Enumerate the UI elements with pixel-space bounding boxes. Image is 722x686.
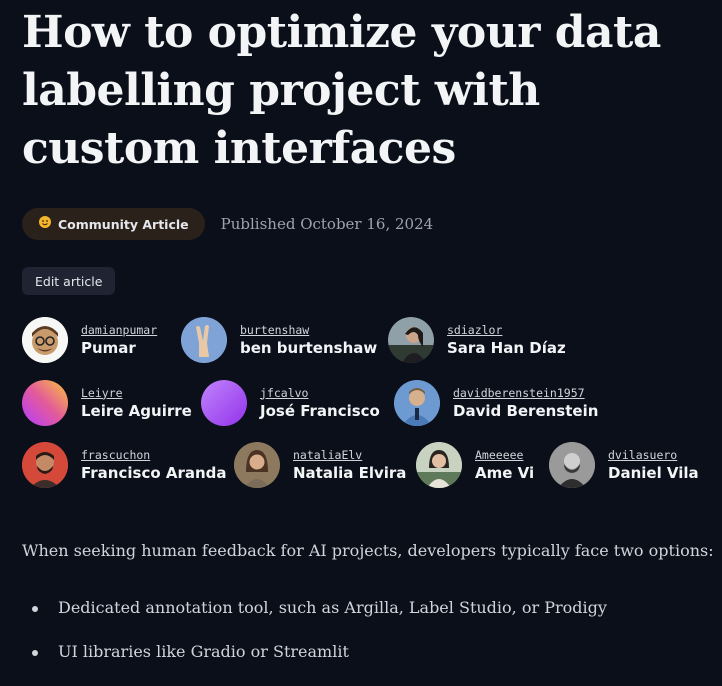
author-card[interactable]: nataliaElv Natalia Elvira (234, 441, 406, 489)
author-name: ben burtenshaw (240, 338, 378, 357)
author-handle[interactable]: davidberenstein1957 (453, 386, 598, 401)
bullet-icon (32, 650, 38, 656)
author-handle[interactable]: dvilasuero (608, 448, 699, 463)
avatar (394, 380, 440, 426)
author-name: Pumar (81, 338, 136, 357)
author-card[interactable]: damianpumar Pumar (22, 316, 157, 364)
author-name: José Francisco (260, 401, 380, 420)
author-name: Francisco Aranda (81, 463, 227, 482)
intro-paragraph: When seeking human feedback for AI proje… (22, 541, 714, 560)
author-card[interactable]: jfcalvo José Francisco (201, 379, 380, 427)
author-handle[interactable]: Leiyre (81, 386, 192, 401)
author-handle[interactable]: frascuchon (81, 448, 227, 463)
hugging-face-icon (38, 215, 52, 233)
author-card[interactable]: burtenshaw ben burtenshaw (181, 316, 377, 364)
author-card[interactable]: Leiyre Leire Aguirre (22, 379, 192, 427)
badge-label: Community Article (58, 216, 189, 232)
avatar (388, 317, 434, 363)
author-card[interactable]: frascuchon Francisco Aranda (22, 441, 227, 489)
author-handle[interactable]: nataliaElv (293, 448, 406, 463)
published-date: Published October 16, 2024 (220, 215, 434, 233)
author-name: Natalia Elvira (293, 463, 407, 482)
avatar (416, 442, 462, 488)
list-item-text: UI libraries like Gradio or Streamlit (58, 642, 349, 661)
author-name: Daniel Vila (608, 463, 699, 482)
list-item: Dedicated annotation tool, such as Argil… (22, 597, 607, 641)
edit-article-button[interactable]: Edit article (22, 267, 116, 295)
author-card[interactable]: davidberenstein1957 David Berenstein (394, 379, 598, 427)
avatar (22, 317, 68, 363)
author-name: Ame Vi (475, 463, 535, 482)
author-handle[interactable]: burtenshaw (240, 323, 377, 338)
article-title: How to optimize your data labelling proj… (22, 7, 661, 174)
author-card[interactable]: sdiazlor Sara Han Díaz (388, 316, 566, 364)
author-name: David Berenstein (453, 401, 599, 420)
author-handle[interactable]: damianpumar (81, 323, 157, 338)
avatar (201, 380, 247, 426)
author-name: Leire Aguirre (81, 401, 192, 420)
avatar (234, 442, 280, 488)
avatar (22, 380, 68, 426)
community-article-badge[interactable]: Community Article (22, 208, 205, 240)
avatar (181, 317, 227, 363)
author-handle[interactable]: sdiazlor (447, 323, 566, 338)
author-handle[interactable]: jfcalvo (260, 386, 380, 401)
bullet-icon (32, 606, 38, 612)
options-list: Dedicated annotation tool, such as Argil… (22, 597, 607, 685)
list-item-text: Dedicated annotation tool, such as Argil… (58, 598, 607, 617)
author-name: Sara Han Díaz (447, 338, 566, 357)
author-card[interactable]: dvilasuero Daniel Vila (549, 441, 699, 489)
article-meta: Community Article Published October 16, … (22, 208, 433, 240)
author-handle[interactable]: Ameeeee (475, 448, 534, 463)
list-item: UI libraries like Gradio or Streamlit (22, 641, 607, 685)
author-card[interactable]: Ameeeee Ame Vi (416, 441, 534, 489)
avatar (22, 442, 68, 488)
avatar (549, 442, 595, 488)
